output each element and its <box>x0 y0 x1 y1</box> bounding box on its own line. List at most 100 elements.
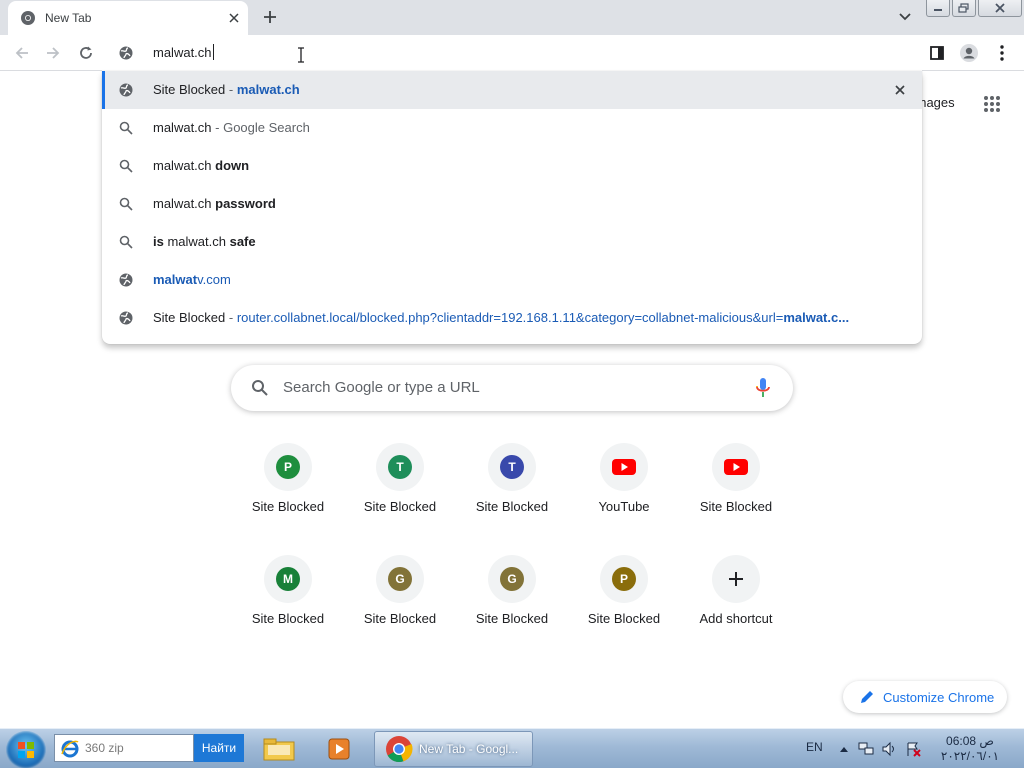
suggestion-text-part: Site Blocked <box>153 82 226 97</box>
chrome-logo-icon <box>385 735 413 763</box>
internet-explorer-icon <box>59 737 81 759</box>
suggestion-text: is malwat.ch safe <box>153 234 256 249</box>
start-button-windows-icon[interactable] <box>6 731 46 768</box>
globe-icon <box>118 272 134 288</box>
shortcut-icon-tile: P <box>600 555 648 603</box>
shortcut-label: Site Blocked <box>363 499 437 514</box>
language-indicator[interactable]: EN <box>806 740 823 754</box>
search-icon <box>118 234 134 250</box>
reload-icon[interactable] <box>73 40 99 66</box>
suggestion-text-part: malwat.ch <box>153 196 216 211</box>
suggestion-text-part: down <box>215 158 250 173</box>
globe-icon <box>118 82 134 98</box>
shortcut-icon-tile <box>600 443 648 491</box>
shortcut-tile[interactable]: YouTube <box>568 443 680 555</box>
omnibox-suggestion[interactable]: malwat.ch - Google Search <box>102 109 922 147</box>
forward-arrow-icon[interactable] <box>40 40 66 66</box>
suggestion-text: malwat.ch down <box>153 158 249 173</box>
customize-chrome-button[interactable]: Customize Chrome <box>843 681 1007 713</box>
taskbar-chrome-window[interactable]: New Tab - Googl... <box>374 731 533 767</box>
omnibox-suggestion[interactable]: Site Blocked - router.collabnet.local/bl… <box>102 299 922 337</box>
taskbar-search-input[interactable]: 360 zip <box>54 734 194 762</box>
voice-search-mic-icon[interactable] <box>753 377 773 399</box>
globe-icon <box>118 45 134 61</box>
shortcut-letter-icon: G <box>388 567 412 591</box>
suggestion-text-part: malwat.ch <box>163 234 230 249</box>
back-arrow-icon[interactable] <box>9 40 35 66</box>
suggestion-text-part: password <box>215 196 276 211</box>
omnibox-suggestion[interactable]: is malwat.ch safe <box>102 223 922 261</box>
network-icon[interactable] <box>858 741 874 757</box>
shortcut-label: Site Blocked <box>475 611 549 626</box>
shortcut-label: Site Blocked <box>699 499 773 514</box>
volume-icon[interactable] <box>881 741 897 757</box>
shortcut-icon-tile: M <box>264 555 312 603</box>
omnibox-suggestion[interactable]: malwat.ch password <box>102 185 922 223</box>
suggestion-text-part: malwat.c... <box>783 310 850 325</box>
suggestion-text-part: router.collabnet.local/blocked.php?clien… <box>236 310 784 325</box>
shortcut-letter-icon: G <box>500 567 524 591</box>
search-icon <box>252 380 268 396</box>
windows-taskbar: 360 zip Найти New Tab - Googl... EN 06:0… <box>0 728 1024 768</box>
media-player-icon[interactable] <box>318 733 360 765</box>
customize-chrome-label: Customize Chrome <box>883 690 995 705</box>
tab-search-chevron-icon[interactable] <box>895 8 915 26</box>
search-icon <box>118 196 134 212</box>
clock-time: 06:08 ص <box>946 734 994 748</box>
suggestion-text-part: malwat <box>153 272 198 287</box>
suggestion-text-part: v.com <box>197 272 231 287</box>
add-shortcut-tile[interactable]: Add shortcut <box>680 555 792 667</box>
shortcut-letter-icon: T <box>388 455 412 479</box>
shortcut-tile[interactable]: M Site Blocked <box>232 555 344 667</box>
tab-strip: New Tab <box>0 0 1024 35</box>
shortcut-icon-tile: G <box>488 555 536 603</box>
shortcut-tile[interactable]: G Site Blocked <box>456 555 568 667</box>
suggestion-text-part: malwat.ch <box>153 158 216 173</box>
shortcut-tile[interactable]: P Site Blocked <box>232 443 344 555</box>
tab-close-icon[interactable] <box>224 8 244 28</box>
omnibox-suggestion[interactable]: Site Blocked - malwat.ch <box>102 71 922 109</box>
shortcut-tile[interactable]: T Site Blocked <box>344 443 456 555</box>
omnibox-suggestion[interactable]: malwat.ch down <box>102 147 922 185</box>
tab-new-tab[interactable]: New Tab <box>8 1 248 35</box>
tab-title: New Tab <box>45 11 92 25</box>
search-placeholder: Search Google or type a URL <box>283 379 480 396</box>
file-explorer-icon[interactable] <box>258 733 300 765</box>
side-panel-icon[interactable] <box>925 41 949 65</box>
omnibox-suggestion[interactable]: malwatv.com <box>102 261 922 299</box>
taskbar-search-text: 360 zip <box>85 741 124 755</box>
ntp-search-box[interactable]: Search Google or type a URL <box>231 365 793 411</box>
shortcut-tile[interactable]: T Site Blocked <box>456 443 568 555</box>
shortcut-tile[interactable]: Site Blocked <box>680 443 792 555</box>
new-tab-plus-icon[interactable] <box>259 6 281 28</box>
show-hidden-icons-arrow-icon[interactable] <box>836 741 852 757</box>
youtube-icon <box>724 459 748 475</box>
close-window-icon[interactable] <box>978 0 1022 17</box>
omnibox-input[interactable]: malwat.ch <box>153 44 214 60</box>
window-controls <box>926 0 1024 18</box>
profile-avatar-icon[interactable] <box>957 41 981 65</box>
taskbar-chrome-title: New Tab - Googl... <box>419 742 519 756</box>
suggestion-text-part: malwat.ch <box>153 120 212 135</box>
shortcut-tile[interactable]: P Site Blocked <box>568 555 680 667</box>
restore-icon[interactable] <box>952 0 976 17</box>
shortcut-letter-icon: P <box>276 455 300 479</box>
system-clock[interactable]: 06:08 ص ٢٠٢٢/٠٦/٠١ <box>934 734 1006 764</box>
suggestion-text: Site Blocked - router.collabnet.local/bl… <box>153 310 849 325</box>
shortcut-label: Site Blocked <box>251 611 325 626</box>
google-apps-grid-icon[interactable] <box>980 92 1004 116</box>
remove-suggestion-close-icon[interactable] <box>892 82 908 98</box>
shortcut-icon-tile <box>712 443 760 491</box>
shortcut-label: Add shortcut <box>699 611 773 626</box>
menu-kebab-icon[interactable] <box>990 41 1014 65</box>
suggestion-text-part: malwat.ch <box>236 82 300 97</box>
minimize-icon[interactable] <box>926 0 950 17</box>
taskbar-search-button[interactable]: Найти <box>194 734 244 762</box>
shortcut-icon-tile: G <box>376 555 424 603</box>
omnibox[interactable]: malwat.ch <box>102 35 922 71</box>
omnibox-value: malwat.ch <box>153 44 212 60</box>
suggestion-text-part: - Google Search <box>211 120 310 135</box>
action-center-flag-icon[interactable] <box>905 741 921 757</box>
suggestion-text-part: is <box>153 234 164 249</box>
shortcut-tile[interactable]: G Site Blocked <box>344 555 456 667</box>
